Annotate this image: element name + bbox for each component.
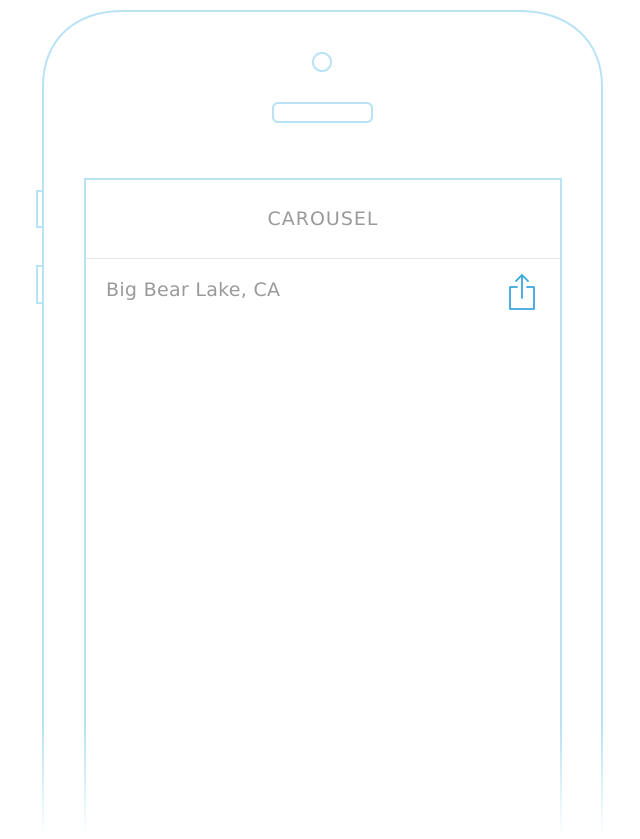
nav-header: CAROUSEL	[86, 180, 560, 259]
location-row: Big Bear Lake, CA	[86, 259, 560, 327]
share-button[interactable]	[504, 271, 540, 313]
app-mockup: CAROUSEL Big Bear Lake, CA	[0, 0, 640, 839]
location-label: Big Bear Lake, CA	[106, 279, 281, 301]
page-title: CAROUSEL	[267, 208, 379, 230]
camera-icon	[312, 52, 332, 72]
speaker-icon	[272, 102, 373, 123]
share-icon	[509, 274, 535, 310]
phone-frame	[36, 10, 603, 839]
phone-body	[42, 10, 603, 839]
